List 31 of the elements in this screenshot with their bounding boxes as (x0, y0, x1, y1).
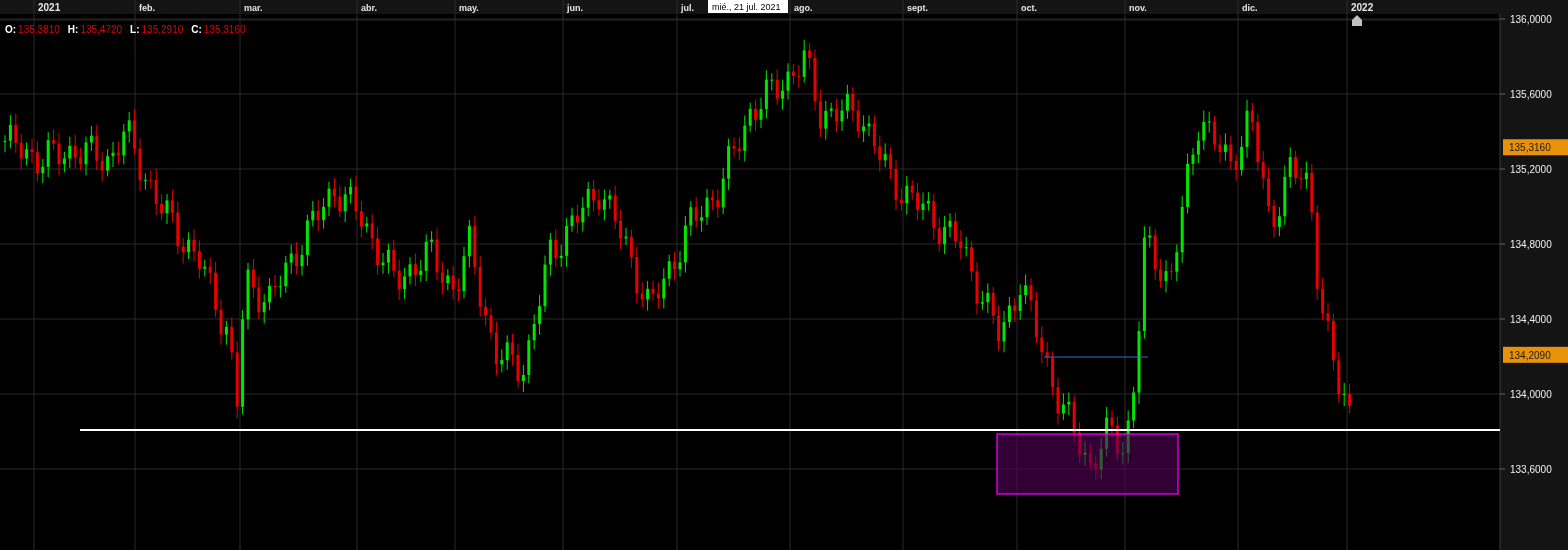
month-label: 2021 (38, 2, 61, 13)
ohlc-value: 135,3160 (203, 24, 246, 35)
price-label: 135,2000 (1510, 164, 1552, 175)
price-label: 134,8000 (1510, 239, 1552, 250)
month-label: feb. (139, 3, 155, 13)
ohlc-key: L: (130, 24, 140, 35)
month-label: sept. (907, 3, 928, 13)
price-tag: 135,3160 (1503, 139, 1568, 156)
price-label: 135,6000 (1510, 89, 1552, 100)
price-label: 133,6000 (1510, 464, 1552, 475)
ohlc-key: C: (191, 24, 202, 35)
month-label: nov. (1129, 3, 1147, 13)
ohlc-value: 135,2910 (141, 24, 184, 35)
month-label: abr. (361, 3, 377, 13)
month-label: jun. (567, 3, 583, 13)
price-label: 136,0000 (1510, 14, 1552, 25)
month-label: oct. (1021, 3, 1037, 13)
month-label: dic. (1242, 3, 1258, 13)
month-label: mar. (244, 3, 263, 13)
month-label: may. (459, 3, 479, 13)
month-label: ago. (794, 3, 813, 13)
month-label: 2022 (1351, 2, 1374, 13)
month-label: jul. (681, 3, 694, 13)
ohlc-key: O: (5, 24, 17, 35)
ohlc-value: 135,4720 (80, 24, 123, 35)
ohlc-value: 135,3810 (18, 24, 60, 35)
marker-icon[interactable] (1352, 15, 1362, 26)
date-tooltip: mié., 21 jul. 2021 (708, 0, 788, 13)
ohlc-key: H: (67, 24, 79, 35)
price-label: 134,4000 (1510, 314, 1552, 325)
price-label: 134,0000 (1510, 389, 1552, 400)
